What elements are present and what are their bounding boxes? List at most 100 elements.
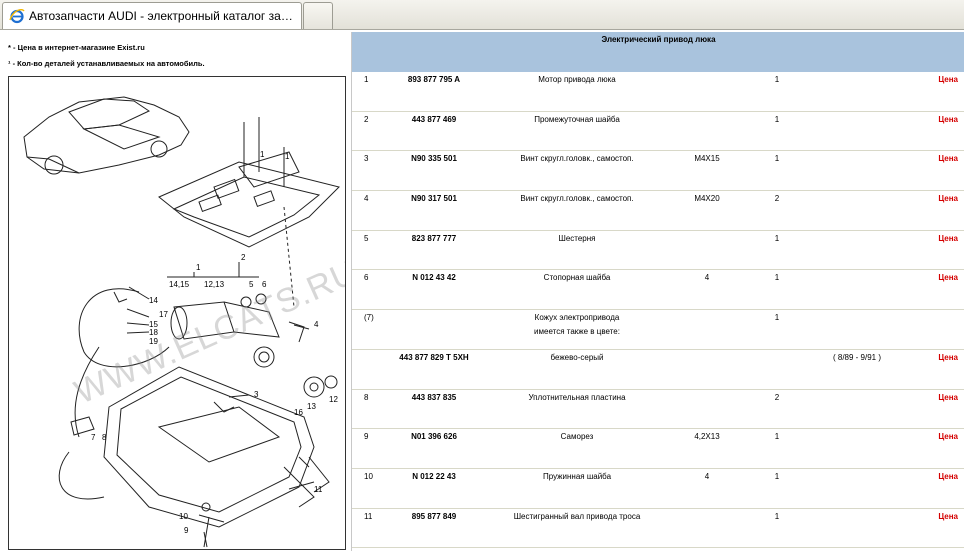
- part-size: 4: [704, 471, 710, 481]
- part-position: 9: [364, 432, 369, 442]
- price-link[interactable]: Цена: [912, 234, 958, 243]
- price-link[interactable]: Цена: [912, 115, 958, 124]
- browser-tab-strip: Автозапчасти AUDI - электронный каталог …: [0, 0, 964, 30]
- part-name: бежево-серый: [550, 352, 604, 362]
- legend-notes: * - Цена в интернет-магазине Exist.ru ¹ …: [8, 40, 338, 72]
- callout-13: 13: [307, 402, 316, 411]
- part-article-number: N01 396 626: [411, 432, 457, 442]
- part-name: Уплотнительная пластина: [528, 392, 626, 402]
- part-position: 6: [364, 273, 369, 283]
- part-position: 10: [364, 471, 373, 481]
- part-article-number: 443 877 469: [411, 114, 457, 124]
- table-row: 9 N01 396 626 Саморез 4,2X13 1 Цена: [352, 429, 964, 469]
- part-article-number: 443 837 835: [411, 392, 457, 402]
- part-quantity: 1: [774, 432, 780, 442]
- part-name-note: имеется также в цвете:: [534, 327, 620, 337]
- table-row: 443 877 829 T 5XH бежево-серый ( 8/89 - 9/…: [352, 350, 964, 390]
- table-row: 2 443 877 469 Промежуточная шайба 1 Цена: [352, 112, 964, 152]
- part-position: (7): [364, 313, 374, 323]
- callout-7: 7: [91, 433, 96, 442]
- part-size: 4: [704, 273, 710, 283]
- part-article-number: N90 335 501: [411, 154, 457, 164]
- callout-3: 3: [254, 390, 259, 399]
- table-row: (7) Кожух электропривода имеется также в ц…: [352, 310, 964, 350]
- part-name: Шестигранный вал привода троса: [513, 511, 641, 521]
- table-row: 11 895 877 849 Шестигранный вал привода тр…: [352, 509, 964, 549]
- table-row: 1 893 877 795 A Мотор привода люка 1 Цена: [352, 72, 964, 112]
- price-link[interactable]: Цена: [912, 393, 958, 402]
- table-row: 8 443 837 835 Уплотнительная пластина 2 Цена: [352, 390, 964, 430]
- part-article-number: 443 877 829 T 5XH: [399, 352, 469, 362]
- part-quantity: 1: [774, 471, 780, 481]
- part-date-range: ( 8/89 - 9/91 ): [832, 352, 882, 362]
- part-quantity: 1: [774, 233, 780, 243]
- part-position: 3: [364, 154, 369, 164]
- part-quantity: 1: [774, 154, 780, 164]
- browser-tab-title: Автозапчасти AUDI - электронный каталог …: [29, 9, 299, 23]
- part-quantity: 2: [774, 194, 780, 204]
- callout-14-15: 14,15: [169, 280, 190, 289]
- callout-11: 11: [314, 485, 323, 494]
- price-link[interactable]: Цена: [912, 353, 958, 362]
- part-size: 4,2X13: [694, 432, 720, 442]
- callout-14: 14: [149, 296, 158, 305]
- browser-tab-active[interactable]: Автозапчасти AUDI - электронный каталог …: [2, 2, 302, 29]
- callout-9: 9: [184, 526, 189, 535]
- table-row: 5 823 877 777 Шестерня 1 Цена: [352, 231, 964, 271]
- parts-rows: 1 893 877 795 A Мотор привода люка 1 Цена 2 44…: [352, 72, 964, 549]
- price-link[interactable]: Цена: [912, 194, 958, 203]
- callout-4: 4: [314, 320, 319, 329]
- part-position: 2: [364, 114, 369, 124]
- price-link[interactable]: Цена: [912, 512, 958, 521]
- note-price: * - Цена в интернет-магазине Exist.ru: [8, 43, 145, 52]
- part-name: Винт скругл.головк., самостоп.: [520, 194, 634, 204]
- table-row: 6 N 012 43 42 Стопорная шайба 4 1 Цена: [352, 270, 964, 311]
- part-name: Промежуточная шайба: [534, 114, 620, 124]
- part-article-number: N 012 43 42: [412, 273, 456, 283]
- part-name: Мотор привода люка: [538, 75, 616, 84]
- part-name: Кожух электропривода: [534, 313, 620, 323]
- callout-5: 5: [249, 280, 254, 289]
- callout-12-13: 12,13: [204, 280, 225, 289]
- price-link[interactable]: Цена: [912, 472, 958, 481]
- callout-16: 16: [294, 408, 303, 417]
- part-article-number: 895 877 849: [411, 511, 457, 521]
- parts-table-header: Электрический привод люка: [352, 32, 964, 72]
- part-article-number: 823 877 777: [411, 233, 457, 243]
- part-quantity: 1: [774, 273, 780, 283]
- parts-table: Электрический привод люка 1 893 877 795 A…: [351, 32, 964, 551]
- callout-10: 10: [179, 512, 188, 521]
- callout-8: 8: [102, 433, 107, 442]
- price-link[interactable]: Цена: [912, 273, 958, 282]
- price-link[interactable]: Цена: [912, 154, 958, 163]
- part-position: 5: [364, 233, 369, 243]
- price-link[interactable]: Цена: [912, 432, 958, 441]
- callout-17: 17: [159, 310, 168, 319]
- part-position: 11: [364, 511, 373, 521]
- part-name: Шестерня: [558, 233, 596, 243]
- new-tab-button[interactable]: [303, 2, 333, 29]
- table-row: 10 N 012 22 43 Пружинная шайба 4 1 Цена: [352, 469, 964, 509]
- table-row: 3 N90 335 501 Винт скругл.головк., самосто…: [352, 151, 964, 192]
- part-position: 1: [364, 75, 369, 84]
- note-quantity: ¹ - Кол-во деталей устанавливаемых на ав…: [8, 59, 205, 68]
- part-quantity: 1: [774, 313, 780, 323]
- part-quantity: 1: [774, 511, 780, 521]
- table-row: 4 N90 317 501 Винт скругл.головк., самосто…: [352, 191, 964, 231]
- part-article-number: 893 877 795 A: [407, 75, 461, 84]
- callout-1: 1: [196, 263, 201, 272]
- part-name: Винт скругл.головк., самостоп.: [520, 154, 634, 164]
- part-article-number: N90 317 501: [411, 194, 457, 204]
- part-name: Стопорная шайба: [543, 273, 611, 283]
- callout-1-roof-b: 1: [285, 152, 290, 161]
- part-position: 8: [364, 392, 369, 402]
- price-link[interactable]: Цена: [912, 75, 958, 84]
- parts-diagram: 1 2 14,15 12,13 5 6 14 17 15 18 19 4 3 1…: [8, 76, 346, 550]
- callout-12: 12: [329, 395, 338, 404]
- part-name: Саморез: [560, 432, 594, 442]
- part-quantity: 2: [774, 392, 780, 402]
- part-article-number: N 012 22 43: [412, 471, 456, 481]
- part-quantity: 1: [774, 75, 780, 84]
- part-position: 4: [364, 194, 369, 204]
- part-size: M4X15: [694, 154, 720, 164]
